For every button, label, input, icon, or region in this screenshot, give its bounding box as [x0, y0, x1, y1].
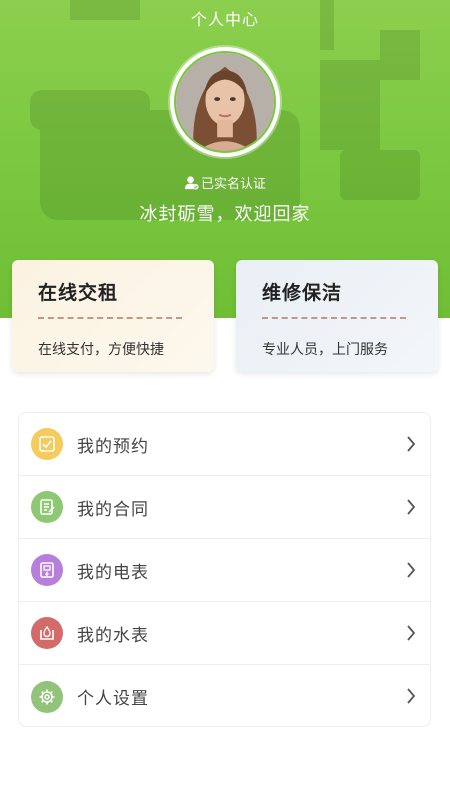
checkbox-icon	[31, 428, 63, 460]
card-description: 专业人员，上门服务	[262, 342, 388, 358]
meter-icon	[31, 554, 63, 586]
water-icon	[31, 617, 63, 649]
gear-icon	[31, 680, 63, 713]
chevron-right-icon	[407, 688, 416, 704]
menu-label: 个人设置	[77, 689, 149, 709]
chevron-right-icon	[407, 562, 416, 578]
divider	[38, 317, 182, 319]
online-rent-card[interactable]: 在线交租 在线支付，方便快捷	[12, 260, 214, 372]
page-title: 个人中心	[190, 10, 259, 29]
menu-item-appointments[interactable]: 我的预约	[19, 413, 430, 476]
menu-label: 我的合同	[77, 499, 149, 520]
menu-item-electric-meter[interactable]: 我的电表	[19, 539, 430, 602]
divider	[262, 317, 406, 319]
card-description: 在线支付，方便快捷	[38, 342, 164, 358]
verify-text: 已实名认证	[200, 177, 266, 192]
chevron-right-icon	[407, 499, 416, 515]
welcome-message: 冰封砺雪，欢迎回家	[139, 204, 311, 225]
chevron-right-icon	[407, 436, 416, 452]
card-title: 维修保洁	[262, 282, 343, 304]
card-title: 在线交租	[38, 282, 119, 304]
menu-list: 我的预约 我的合同 我的电表 我的水表 个人设置	[18, 412, 431, 727]
menu-item-contracts[interactable]: 我的合同	[19, 476, 430, 539]
menu-item-settings[interactable]: 个人设置	[19, 665, 430, 728]
repair-cleaning-card[interactable]: 维修保洁 专业人员，上门服务	[236, 260, 438, 372]
chevron-right-icon	[407, 625, 416, 641]
verified-user-icon	[184, 176, 199, 190]
contract-icon	[31, 491, 63, 523]
menu-label: 我的预约	[77, 436, 149, 457]
avatar[interactable]	[170, 47, 280, 157]
verification-status: 已实名认证	[0, 173, 450, 192]
menu-label: 我的水表	[77, 625, 149, 646]
menu-item-water-meter[interactable]: 我的水表	[19, 602, 430, 665]
user-photo	[176, 53, 274, 151]
menu-label: 我的电表	[77, 562, 149, 583]
